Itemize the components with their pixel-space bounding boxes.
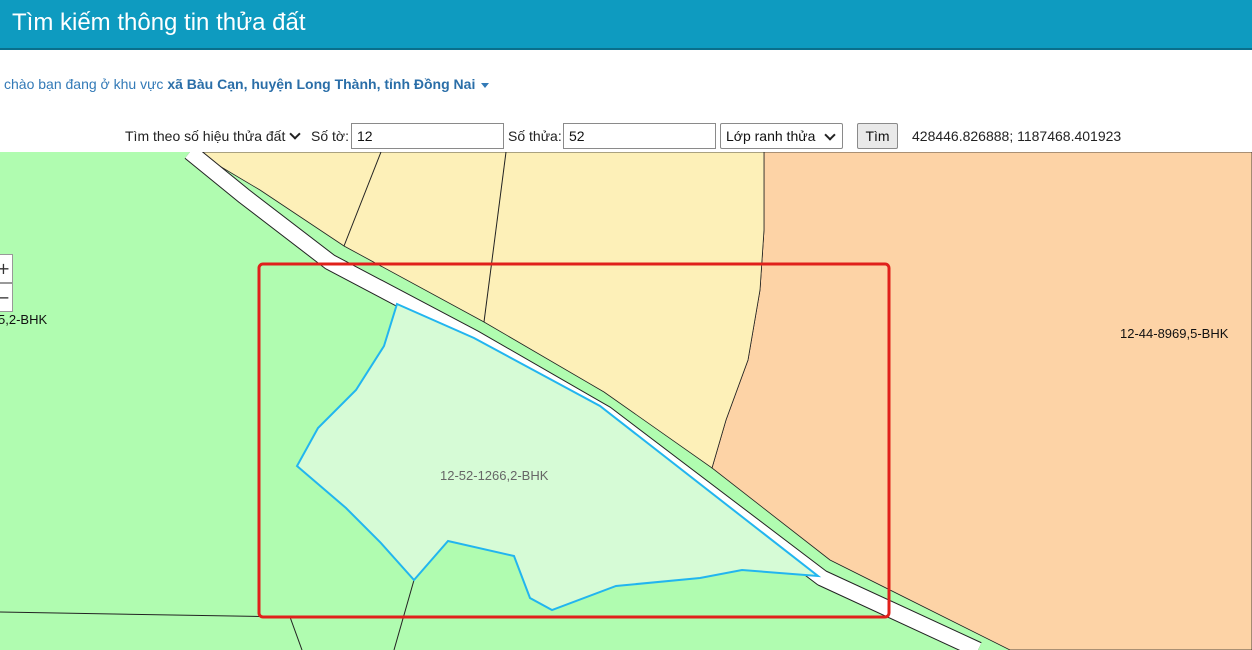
location-greeting: chào bạn đang ở khu vực xã Bàu Cạn, huyệ… [4, 76, 490, 92]
so-to-input[interactable]: 12 [351, 123, 504, 149]
search-mode-label: Tìm theo số hiệu thửa đất [125, 128, 286, 144]
zoom-out-button[interactable]: − [0, 283, 13, 312]
parcel-boundary [393, 579, 415, 650]
search-toolbar: Tìm theo số hiệu thửa đất Số tờ: 12 Số t… [0, 123, 1252, 151]
layer-select[interactable]: Lớp ranh thửa [720, 123, 843, 149]
orange-parcel[interactable] [711, 152, 1252, 650]
caret-down-icon [481, 82, 490, 88]
coordinates-readout: 428446.826888; 1187468.401923 [912, 128, 1122, 144]
layer-select-value: Lớp ranh thửa [726, 128, 816, 144]
so-thua-input[interactable]: 52 [563, 123, 716, 149]
parcel-boundary [0, 611, 303, 650]
so-to-label: Số tờ: [311, 128, 349, 144]
page-title: Tìm kiếm thông tin thửa đất [12, 9, 306, 36]
search-button[interactable]: Tìm [857, 123, 898, 149]
chevron-down-icon [824, 129, 836, 141]
location-name: xã Bàu Cạn, huyện Long Thành, tỉnh Đồng … [167, 76, 476, 92]
chevron-down-icon [289, 128, 302, 140]
page: Tìm kiếm thông tin thửa đất chào bạn đan… [0, 0, 1252, 650]
map-view[interactable]: + − 5,2-BHK 12-44-8969,5-BHK 12-52-1266,… [0, 152, 1252, 650]
app-header: Tìm kiếm thông tin thửa đất [0, 0, 1252, 50]
parcel-map [0, 152, 1252, 650]
selected-parcel-label: 12-52-1266,2-BHK [440, 468, 549, 483]
left-parcel-label: 5,2-BHK [0, 312, 48, 327]
zoom-in-button[interactable]: + [0, 254, 13, 283]
right-parcel-label: 12-44-8969,5-BHK [1120, 326, 1229, 341]
location-dropdown[interactable]: xã Bàu Cạn, huyện Long Thành, tỉnh Đồng … [167, 76, 490, 92]
search-mode-select[interactable]: Tìm theo số hiệu thửa đất [125, 123, 302, 149]
greeting-prefix: chào bạn đang ở khu vực [4, 76, 168, 92]
so-thua-label: Số thửa: [508, 128, 562, 144]
